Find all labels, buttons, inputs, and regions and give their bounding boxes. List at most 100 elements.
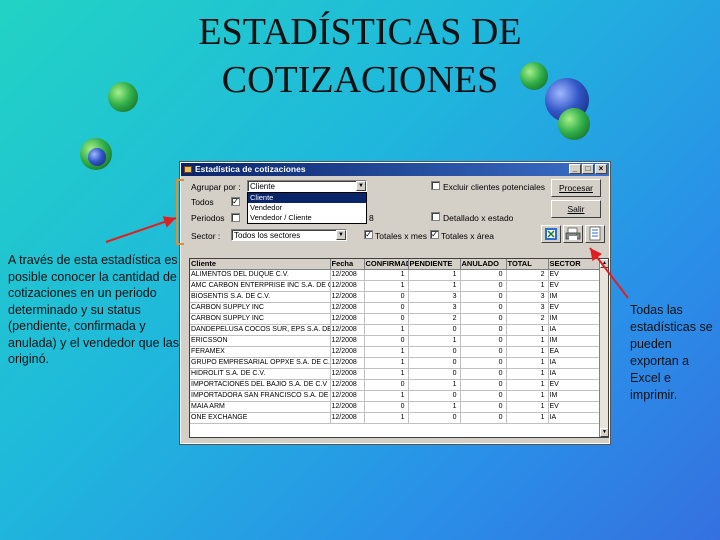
table-cell: 1 [506, 379, 549, 391]
table-row[interactable]: BIOSENTIS S.A. DE C.V. 12/2008 0 3 0 3 IM [190, 291, 601, 303]
column-header[interactable]: TOTAL [506, 259, 549, 270]
table-cell: IMPORTADORA SAN FRANCISCO S.A. DE [190, 390, 331, 402]
table-cell: 0 [460, 401, 507, 413]
maximize-button[interactable]: □ [582, 164, 594, 174]
column-header[interactable]: ANULADO [460, 259, 507, 270]
salir-button[interactable]: Salir [551, 200, 601, 218]
table-row[interactable]: ONE EXCHANGE 12/2008 1 0 0 1 IA [190, 412, 601, 424]
table-cell: CARBON SUPPLY INC [190, 302, 331, 314]
statistics-window: Estadística de cotizaciones _ □ × Agrupa… [176, 161, 611, 445]
table-cell: 0 [460, 280, 507, 292]
procesar-button[interactable]: Procesar [551, 179, 601, 197]
dropdown-option[interactable]: Vendedor / Cliente [248, 213, 366, 223]
table-cell: 1 [506, 412, 549, 424]
table-cell: 0 [460, 357, 507, 369]
dropdown-option[interactable]: Cliente [248, 193, 366, 203]
highlight-bracket [176, 179, 184, 245]
periodos-checkbox[interactable] [231, 213, 240, 222]
print-icon[interactable] [563, 225, 583, 243]
table-cell: 12/2008 [330, 379, 365, 391]
table-cell: 12/2008 [330, 357, 365, 369]
table-cell: 0 [408, 346, 461, 358]
table-row[interactable]: CARBON SUPPLY INC 12/2008 0 3 0 3 EV [190, 302, 601, 314]
table-cell: 12/2008 [330, 335, 365, 347]
vertical-scrollbar[interactable]: ▲ ▼ [599, 259, 608, 437]
table-cell: IMPORTACIONES DEL BAJIO S.A. DE C.V [190, 379, 331, 391]
table-cell: 0 [364, 335, 409, 347]
table-row[interactable]: IMPORTADORA SAN FRANCISCO S.A. DE 12/2008… [190, 390, 601, 402]
table-row[interactable]: FERAMEX 12/2008 1 0 0 1 EA [190, 346, 601, 358]
slide-title: ESTADÍSTICAS DE COTIZACIONES [150, 8, 570, 104]
table-row[interactable]: IMPORTACIONES DEL BAJIO S.A. DE C.V 12/20… [190, 379, 601, 391]
agrupar-label: Agrupar por : [191, 182, 241, 192]
totales-area-checkbox[interactable]: ✓ [430, 230, 439, 239]
todos-checkbox[interactable]: ✓ [231, 197, 240, 206]
arrow-left [105, 216, 177, 243]
table-cell: EV [548, 280, 601, 292]
table-cell: 2 [506, 313, 549, 325]
table-cell: 2 [408, 313, 461, 325]
column-header[interactable]: Fecha [330, 259, 365, 270]
column-header[interactable]: CONFIRMADA [364, 259, 409, 270]
table-cell: 1 [408, 269, 461, 281]
agrupar-select[interactable]: Cliente ▼ [247, 180, 367, 192]
table-cell: 12/2008 [330, 401, 365, 413]
close-button[interactable]: × [595, 164, 607, 174]
table-row[interactable]: ERICSSON 12/2008 0 1 0 1 IM [190, 335, 601, 347]
table-row[interactable]: GRUPO EMPRESARIAL OPPXE S.A. DE C.V 12/20… [190, 357, 601, 369]
table-row[interactable]: AMC CARBON ENTERPRISE INC S.A. DE C 12/20… [190, 280, 601, 292]
table-cell: IM [548, 335, 601, 347]
table-cell: 1 [506, 357, 549, 369]
table-cell: 0 [460, 368, 507, 380]
table-body: ALIMENTOS DEL DUQUE C.V. 12/2008 1 1 0 2 EV AMC… [190, 269, 601, 424]
scroll-up-icon[interactable]: ▲ [600, 259, 608, 268]
periodos-label: Periodos [191, 213, 225, 223]
excluir-checkbox[interactable] [431, 181, 440, 190]
table-cell: 1 [364, 346, 409, 358]
table-cell: 0 [364, 291, 409, 303]
table-header-row: ClienteFechaCONFIRMADAPENDIENTEANULADOTO… [190, 259, 601, 270]
table-cell: ERICSSON [190, 335, 331, 347]
dropdown-option[interactable]: Vendedor [248, 203, 366, 213]
decor-ball [558, 108, 590, 140]
table-row[interactable]: HIDROLIT S.A. DE C.V. 12/2008 1 0 0 1 IA [190, 368, 601, 380]
table-cell: 1 [408, 280, 461, 292]
column-header[interactable]: PENDIENTE [408, 259, 461, 270]
table-cell: MAIA ARM [190, 401, 331, 413]
results-grid[interactable]: ClienteFechaCONFIRMADAPENDIENTEANULADOTO… [189, 258, 609, 438]
table-cell: 0 [460, 346, 507, 358]
table-cell: 1 [364, 368, 409, 380]
table-cell: 1 [506, 368, 549, 380]
chevron-down-icon[interactable]: ▼ [356, 181, 366, 191]
scroll-down-icon[interactable]: ▼ [600, 428, 608, 437]
table-cell: FERAMEX [190, 346, 331, 358]
table-cell: 3 [506, 302, 549, 314]
totales-mes-checkbox[interactable]: ✓ [364, 230, 373, 239]
minimize-button[interactable]: _ [569, 164, 581, 174]
table-cell: 3 [506, 291, 549, 303]
results-table: ClienteFechaCONFIRMADAPENDIENTEANULADOTO… [190, 259, 601, 424]
window-titlebar[interactable]: Estadística de cotizaciones _ □ × [181, 163, 609, 176]
table-cell: AMC CARBON ENTERPRISE INC S.A. DE C [190, 280, 331, 292]
table-row[interactable]: CARBON SUPPLY INC 12/2008 0 2 0 2 IM [190, 313, 601, 325]
column-header[interactable]: SECTOR [548, 259, 601, 270]
table-row[interactable]: DANDEPELUSA COCOS SUR, EPS S.A. DE 12/200… [190, 324, 601, 336]
table-cell: 0 [408, 324, 461, 336]
detallado-checkbox[interactable] [431, 212, 440, 221]
preview-icon[interactable] [585, 225, 605, 243]
table-cell: 1 [506, 335, 549, 347]
table-cell: IM [548, 291, 601, 303]
table-row[interactable]: ALIMENTOS DEL DUQUE C.V. 12/2008 1 1 0 2 EV [190, 269, 601, 281]
column-header[interactable]: Cliente [190, 259, 331, 270]
table-cell: EV [548, 269, 601, 281]
sector-select[interactable]: Todos los sectores ▼ [231, 229, 347, 241]
table-cell: 1 [364, 280, 409, 292]
table-cell: 0 [364, 401, 409, 413]
agrupar-dropdown-list[interactable]: Cliente Vendedor Vendedor / Cliente [247, 192, 367, 224]
export-excel-icon[interactable] [541, 225, 561, 243]
periodo-field-tail: 8 [369, 213, 374, 223]
table-row[interactable]: MAIA ARM 12/2008 0 1 0 1 EV [190, 401, 601, 413]
sector-label: Sector : [191, 231, 221, 241]
table-cell: 0 [460, 390, 507, 402]
chevron-down-icon[interactable]: ▼ [336, 230, 346, 240]
